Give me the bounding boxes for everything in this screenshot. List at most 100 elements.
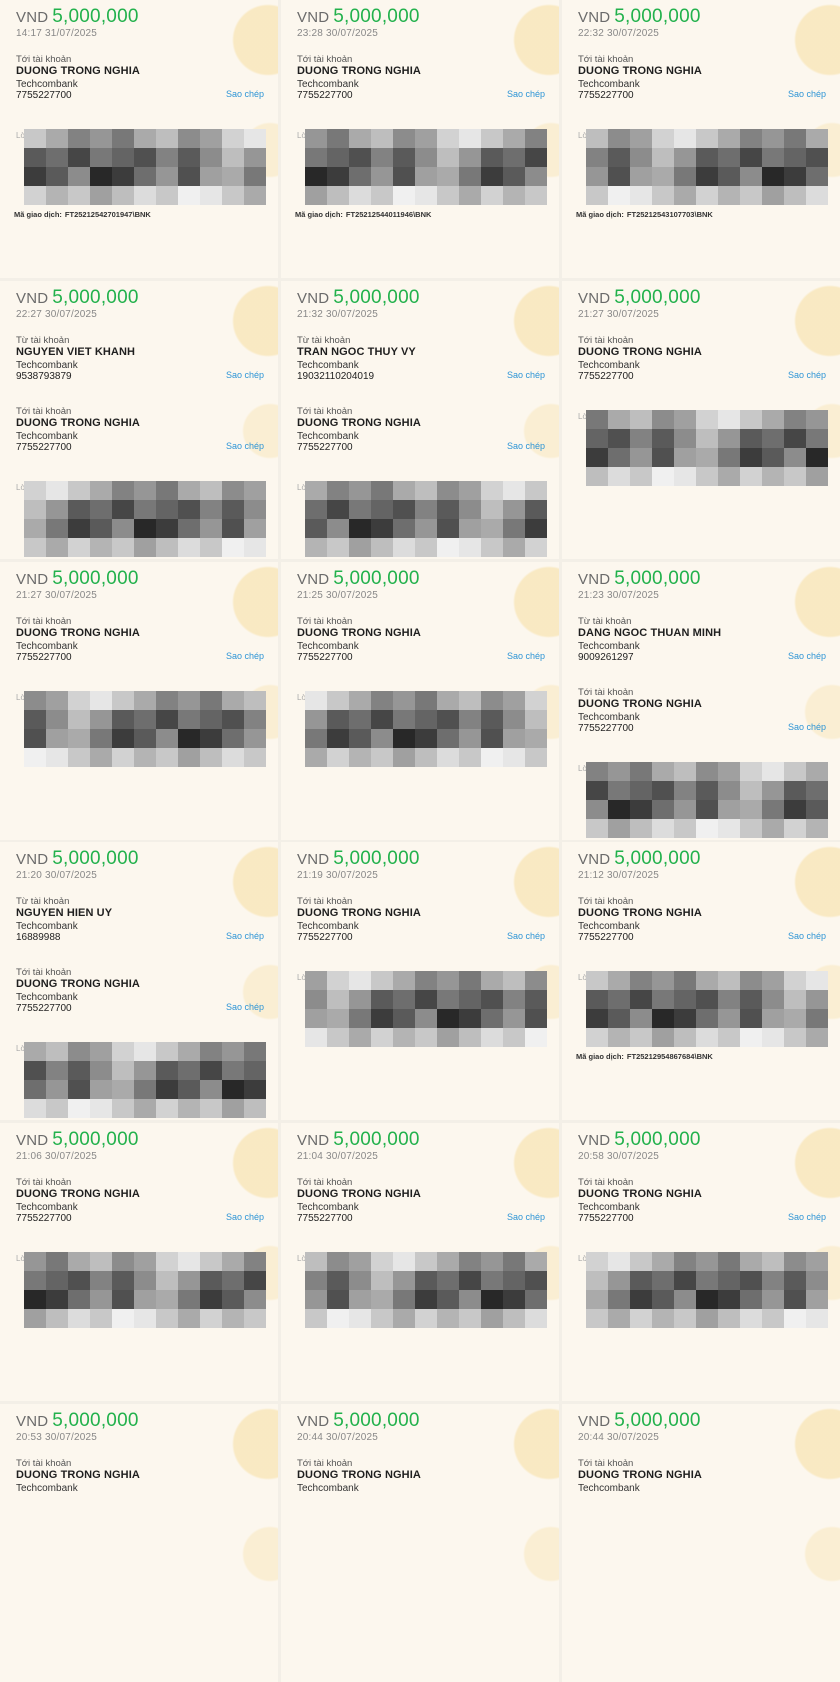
copy-button[interactable]: Sao chép xyxy=(226,370,264,380)
transaction-card[interactable]: VND 5,000,000 21:27 30/07/2025 Tới tài khoả… xyxy=(0,562,278,840)
copy-button[interactable]: Sao chép xyxy=(507,1212,545,1222)
mosaic-cell xyxy=(244,148,266,167)
copy-button[interactable]: Sao chép xyxy=(507,370,545,380)
mosaic-cell xyxy=(222,748,244,767)
mosaic-cell xyxy=(674,971,696,990)
mosaic-cell xyxy=(305,1271,327,1290)
mosaic-cell xyxy=(806,971,828,990)
transaction-card[interactable]: VND 5,000,000 23:28 30/07/2025 Tới tài khoả… xyxy=(281,0,559,278)
to-account-label: Tới tài khoản xyxy=(16,967,72,978)
mosaic-cell xyxy=(371,481,393,500)
mosaic-cell xyxy=(806,148,828,167)
mosaic-cell xyxy=(222,1290,244,1309)
to-account-label: Tới tài khoản xyxy=(16,616,72,627)
to-account-block: Tới tài khoản DUONG TRONG NGHIA Techcomban… xyxy=(578,335,826,383)
mosaic-cell xyxy=(762,429,784,448)
mosaic-cell xyxy=(718,467,740,486)
mosaic-cell xyxy=(90,1309,112,1328)
mosaic-cell xyxy=(178,1271,200,1290)
copy-button[interactable]: Sao chép xyxy=(226,1212,264,1222)
copy-button[interactable]: Sao chép xyxy=(226,931,264,941)
mosaic-cell xyxy=(718,1028,740,1047)
copy-button[interactable]: Sao chép xyxy=(226,441,264,451)
message-area: Lời nhắn xyxy=(295,1250,547,1328)
mosaic-cell xyxy=(784,1028,806,1047)
amount-line: VND 5,000,000 xyxy=(297,568,420,590)
transaction-id: Mã giao dịch: FT25212544011946\BNK xyxy=(295,210,431,219)
copy-button[interactable]: Sao chép xyxy=(507,441,545,451)
mosaic-cell xyxy=(437,1290,459,1309)
transaction-card[interactable]: VND 5,000,000 20:44 30/07/2025 Tới tài khoả… xyxy=(281,1404,559,1682)
from-account-block: Từ tài khoản NGUYEN HIEN UY Techcombank 168… xyxy=(16,896,264,944)
message-area: Lời nhắn xyxy=(14,689,266,767)
transaction-card[interactable]: VND 5,000,000 21:20 30/07/2025 Từ tài khoản… xyxy=(0,842,278,1120)
transaction-card[interactable]: VND 5,000,000 22:32 30/07/2025 Tới tài khoả… xyxy=(562,0,840,278)
copy-button[interactable]: Sao chép xyxy=(788,651,826,661)
mosaic-cell xyxy=(200,1099,222,1118)
copy-button[interactable]: Sao chép xyxy=(507,931,545,941)
mosaic-cell xyxy=(68,148,90,167)
mosaic-cell xyxy=(371,691,393,710)
mosaic-cell xyxy=(200,129,222,148)
transaction-datetime: 21:32 30/07/2025 xyxy=(297,309,379,320)
transaction-card[interactable]: VND 5,000,000 21:12 30/07/2025 Tới tài khoả… xyxy=(562,842,840,1120)
mosaic-cell xyxy=(24,129,46,148)
mosaic-cell xyxy=(415,748,437,767)
transaction-card[interactable]: VND 5,000,000 21:25 30/07/2025 Tới tài khoả… xyxy=(281,562,559,840)
copy-button[interactable]: Sao chép xyxy=(788,1212,826,1222)
mosaic-cell xyxy=(674,1290,696,1309)
mosaic-cell xyxy=(68,1309,90,1328)
transaction-card[interactable]: VND 5,000,000 22:27 30/07/2025 Từ tài khoản… xyxy=(0,281,278,559)
transaction-id-label: Mã giao dịch: xyxy=(295,210,343,219)
copy-button[interactable]: Sao chép xyxy=(507,651,545,661)
amount-value: 5,000,000 xyxy=(614,1410,701,1431)
copy-button[interactable]: Sao chép xyxy=(788,370,826,380)
copy-button[interactable]: Sao chép xyxy=(507,89,545,99)
transaction-datetime: 21:20 30/07/2025 xyxy=(16,870,98,881)
copy-button[interactable]: Sao chép xyxy=(788,722,826,732)
to-account-name: DUONG TRONG NGHIA xyxy=(297,65,421,77)
mosaic-cell xyxy=(652,762,674,781)
copy-button[interactable]: Sao chép xyxy=(788,931,826,941)
transaction-card[interactable]: VND 5,000,000 21:27 30/07/2025 Tới tài khoả… xyxy=(562,281,840,559)
mosaic-cell xyxy=(630,186,652,205)
transaction-card[interactable]: VND 5,000,000 21:19 30/07/2025 Tới tài khoả… xyxy=(281,842,559,1120)
currency-label: VND xyxy=(578,851,611,868)
mosaic-cell xyxy=(630,762,652,781)
pixelation-mosaic xyxy=(586,762,828,838)
mosaic-cell xyxy=(674,1252,696,1271)
mosaic-cell xyxy=(652,781,674,800)
amount-line: VND 5,000,000 xyxy=(578,568,701,590)
mosaic-cell xyxy=(349,971,371,990)
transaction-card[interactable]: VND 5,000,000 20:53 30/07/2025 Tới tài khoả… xyxy=(0,1404,278,1682)
transaction-card[interactable]: VND 5,000,000 14:17 31/07/2025 Tới tài khoả… xyxy=(0,0,278,278)
mosaic-cell xyxy=(349,519,371,538)
copy-button[interactable]: Sao chép xyxy=(788,89,826,99)
mosaic-cell xyxy=(327,1252,349,1271)
copy-button[interactable]: Sao chép xyxy=(226,89,264,99)
mosaic-cell xyxy=(200,691,222,710)
copy-button[interactable]: Sao chép xyxy=(226,651,264,661)
mosaic-cell xyxy=(652,1290,674,1309)
to-account-label: Tới tài khoản xyxy=(297,616,353,627)
mosaic-cell xyxy=(718,167,740,186)
copy-button[interactable]: Sao chép xyxy=(226,1002,264,1012)
mosaic-cell xyxy=(459,971,481,990)
mosaic-cell xyxy=(674,1028,696,1047)
mosaic-cell xyxy=(112,129,134,148)
mosaic-cell xyxy=(784,129,806,148)
transaction-card[interactable]: VND 5,000,000 21:32 30/07/2025 Từ tài khoản… xyxy=(281,281,559,559)
transaction-card[interactable]: VND 5,000,000 21:04 30/07/2025 Tới tài khoả… xyxy=(281,1123,559,1401)
mosaic-cell xyxy=(90,186,112,205)
transaction-card[interactable]: VND 5,000,000 21:06 30/07/2025 Tới tài khoả… xyxy=(0,1123,278,1401)
transaction-card[interactable]: VND 5,000,000 20:44 30/07/2025 Tới tài khoả… xyxy=(562,1404,840,1682)
to-account-label: Tới tài khoản xyxy=(297,54,353,65)
mosaic-cell xyxy=(112,1309,134,1328)
from-account-number: 9538793879 xyxy=(16,371,72,382)
transaction-card[interactable]: VND 5,000,000 20:58 30/07/2025 Tới tài khoả… xyxy=(562,1123,840,1401)
mosaic-cell xyxy=(305,1252,327,1271)
transaction-card[interactable]: VND 5,000,000 21:23 30/07/2025 Từ tài khoản… xyxy=(562,562,840,840)
mosaic-cell xyxy=(371,1252,393,1271)
mosaic-cell xyxy=(652,819,674,838)
mosaic-cell xyxy=(696,148,718,167)
